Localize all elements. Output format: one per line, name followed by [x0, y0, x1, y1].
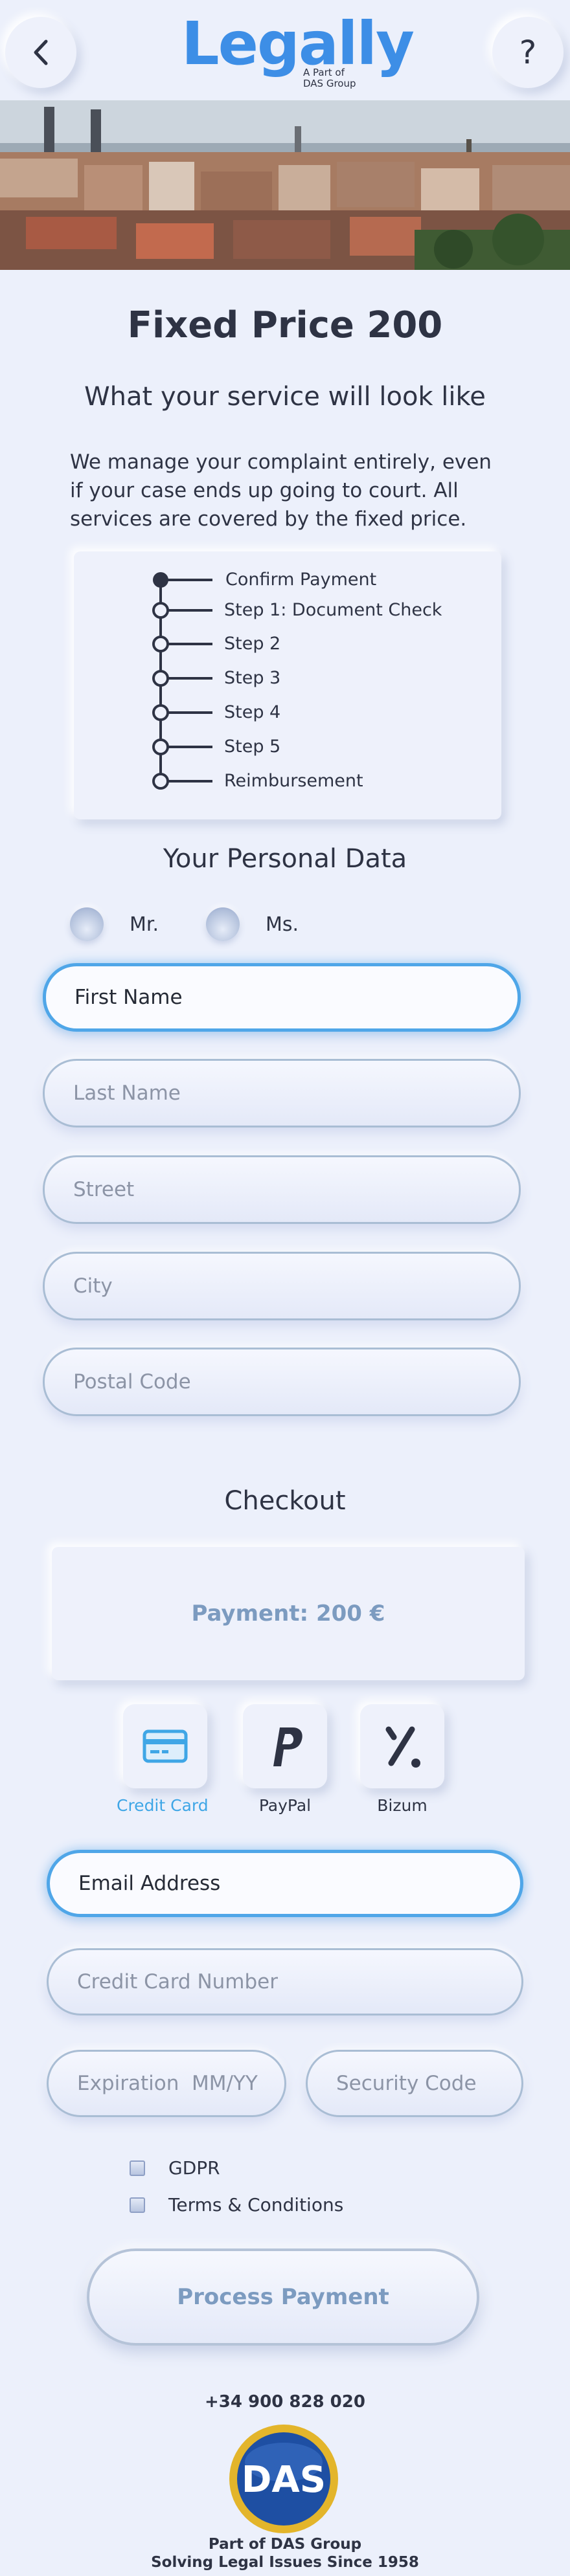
gdpr-checkbox[interactable] — [130, 2160, 145, 2176]
street-field[interactable]: Street — [43, 1155, 521, 1224]
footer-line1: Part of DAS Group — [208, 2536, 362, 2553]
email-text: Email Address — [78, 1872, 221, 1895]
salutation-mr-label: Mr. — [130, 913, 159, 936]
timeline-dot — [152, 602, 169, 619]
terms-option[interactable]: Terms & Conditions — [130, 2194, 343, 2215]
gdpr-option[interactable]: GDPR — [130, 2157, 220, 2179]
personal-data-heading: Your Personal Data — [163, 844, 407, 874]
timeline-dot — [152, 636, 169, 652]
salutation-ms-label: Ms. — [266, 913, 299, 936]
timeline-step: Confirm Payment — [225, 570, 377, 590]
timeline-step: Step 4 — [224, 702, 281, 722]
credit-card-icon — [142, 1729, 188, 1763]
first-name-text: First Name — [74, 986, 183, 1009]
terms-checkbox[interactable] — [130, 2197, 145, 2213]
payment-method-bizum[interactable]: Bizum — [360, 1704, 444, 1815]
checkout-heading: Checkout — [224, 1486, 346, 1516]
back-button[interactable] — [5, 17, 76, 88]
timeline-dot — [152, 773, 169, 790]
radio-ms[interactable] — [206, 907, 240, 941]
credit-card-tile[interactable] — [123, 1704, 207, 1788]
payment-method-credit-card[interactable]: Credit Card — [117, 1704, 209, 1815]
timeline-dot — [152, 738, 169, 755]
service-subtitle: What your service will look like — [84, 382, 486, 412]
expiration-placeholder: Expiration MM/YY — [77, 2072, 258, 2095]
expiration-field[interactable]: Expiration MM/YY — [47, 2050, 286, 2117]
paypal-tile[interactable] — [243, 1704, 327, 1788]
footer-phone[interactable]: +34 900 828 020 — [0, 2392, 570, 2412]
salutation-ms[interactable]: Ms. — [206, 907, 299, 941]
logo-sub-line2: DAS Group — [303, 78, 356, 89]
gdpr-label: GDPR — [168, 2157, 220, 2179]
credit-card-label: Credit Card — [117, 1796, 209, 1815]
city-skyline-photo — [0, 100, 570, 270]
card-number-field[interactable]: Credit Card Number — [47, 1948, 523, 2015]
timeline-step: Reimbursement — [224, 771, 363, 791]
das-badge-text: DAS — [242, 2459, 326, 2501]
logo-sub-line1: A Part of — [303, 67, 345, 78]
timeline-step: Step 3 — [224, 668, 281, 688]
chevron-left-icon — [34, 39, 48, 65]
city-skyline-illustration — [0, 100, 570, 270]
help-button[interactable]: ? — [492, 17, 564, 88]
service-title: Fixed Price 200 — [127, 304, 443, 346]
email-field[interactable]: Email Address — [47, 1850, 523, 1917]
postal-code-placeholder: Postal Code — [73, 1370, 191, 1393]
first-name-field[interactable]: First Name — [43, 963, 521, 1032]
city-field[interactable]: City — [43, 1252, 521, 1320]
paypal-icon — [273, 1727, 302, 1766]
service-timeline-card: Confirm Payment Step 1: Document Check S… — [74, 551, 501, 819]
logo-subtitle: A Part of DAS Group — [303, 67, 356, 89]
last-name-field[interactable]: Last Name — [43, 1059, 521, 1127]
process-payment-label: Process Payment — [177, 2284, 389, 2310]
logo-wordmark: Legally — [181, 9, 415, 78]
payment-summary-card: Payment: 200 € — [52, 1547, 525, 1680]
last-name-placeholder: Last Name — [73, 1082, 181, 1105]
timeline-dot — [152, 704, 169, 721]
card-number-placeholder: Credit Card Number — [77, 1970, 278, 1993]
footer-line2: Solving Legal Issues Since 1958 — [151, 2554, 419, 2571]
das-logo-badge: DAS — [228, 2423, 339, 2535]
bizum-label: Bizum — [377, 1796, 428, 1815]
paypal-label: PayPal — [258, 1796, 312, 1815]
salutation-mr[interactable]: Mr. — [70, 907, 159, 941]
payment-amount: Payment: 200 € — [191, 1601, 385, 1627]
das-badge-graphic: DAS — [229, 2425, 338, 2533]
city-placeholder: City — [73, 1274, 113, 1298]
security-code-placeholder: Security Code — [336, 2072, 477, 2095]
timeline-dot — [152, 670, 169, 687]
postal-code-field[interactable]: Postal Code — [43, 1348, 521, 1416]
service-description: We manage your complaint entirely, even … — [70, 450, 492, 531]
timeline-step: Step 2 — [224, 634, 281, 654]
timeline-step: Step 1: Document Check — [224, 600, 442, 620]
bizum-tile[interactable] — [360, 1704, 444, 1788]
process-payment-button[interactable]: Process Payment — [87, 2248, 479, 2346]
help-icon: ? — [519, 34, 537, 71]
timeline-dot-filled — [153, 572, 168, 588]
street-placeholder: Street — [73, 1178, 135, 1201]
logo: Legally A Part of DAS Group — [181, 9, 415, 92]
bizum-icon — [385, 1726, 420, 1768]
terms-label: Terms & Conditions — [168, 2194, 344, 2215]
payment-method-paypal[interactable]: PayPal — [243, 1704, 327, 1815]
security-code-field[interactable]: Security Code — [306, 2050, 523, 2117]
radio-mr[interactable] — [70, 907, 104, 941]
timeline-step: Step 5 — [224, 737, 281, 757]
